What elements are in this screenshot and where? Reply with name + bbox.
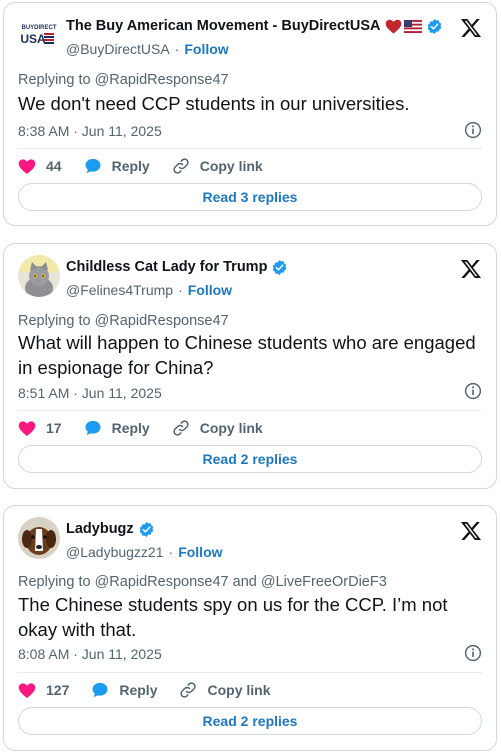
copy-link-label: Copy link (207, 682, 271, 698)
display-name-row: Childless Cat Lady for Trump (66, 257, 288, 277)
replying-to-line: Replying to @RapidResponse47 (18, 313, 229, 329)
copy-link-button[interactable]: Copy link (172, 157, 263, 175)
reply-button[interactable]: Reply (84, 157, 150, 175)
link-icon (173, 158, 189, 174)
us-flag-emoji (403, 19, 422, 33)
action-bar: 17 Reply Copy link (18, 416, 285, 440)
like-button[interactable]: 44 (18, 158, 62, 175)
handle-row: @BuyDirectUSA · Follow (66, 40, 229, 58)
red-heart-emoji (385, 19, 402, 34)
follow-button[interactable]: Follow (178, 544, 222, 560)
speech-bubble-icon (85, 158, 101, 174)
copy-link-button[interactable]: Copy link (172, 419, 263, 437)
verified-badge-icon (138, 521, 155, 538)
tweet-timestamp[interactable]: 8:38 AM · Jun 11, 2025 (18, 123, 162, 139)
copy-link-button[interactable]: Copy link (179, 681, 271, 699)
separator-dot: · (168, 544, 174, 560)
display-name-row: The Buy American Movement - BuyDirectUSA (66, 16, 443, 36)
verified-badge-icon (271, 259, 288, 276)
reply-button[interactable]: Reply (84, 419, 150, 437)
tweet-timestamp[interactable]: 8:08 AM · Jun 11, 2025 (18, 646, 162, 662)
like-count: 44 (46, 158, 62, 174)
action-bar: 44 Reply Copy link (18, 154, 285, 178)
mention-link[interactable]: @RapidResponse47 (95, 313, 229, 329)
avatar-brand-text: BUYDIRECT (21, 25, 56, 31)
heart-icon (18, 420, 36, 436)
info-icon[interactable] (464, 121, 482, 139)
x-logo-icon[interactable] (460, 520, 482, 542)
reply-label: Reply (119, 682, 158, 698)
verified-badge-icon (426, 18, 443, 35)
avatar-brand-text: USA (20, 32, 46, 46)
heart-icon (18, 158, 36, 174)
like-button[interactable]: 127 (18, 682, 69, 699)
tweet-card[interactable]: BUYDIRECT USA The Buy American Movement … (3, 2, 497, 226)
display-name[interactable]: Childless Cat Lady for Trump (66, 259, 267, 275)
copy-link-label: Copy link (199, 158, 263, 174)
avatar[interactable] (18, 517, 60, 559)
info-icon[interactable] (464, 382, 482, 400)
divider (18, 410, 482, 411)
reply-label: Reply (111, 420, 150, 436)
speech-bubble-icon (92, 682, 108, 698)
link-icon (180, 682, 197, 698)
like-button[interactable]: 17 (18, 420, 62, 437)
user-handle[interactable]: @Felines4Trump (66, 282, 173, 298)
replying-to-label: Replying to (18, 72, 95, 88)
tweet-timestamp[interactable]: 8:51 AM · Jun 11, 2025 (18, 385, 162, 401)
mention-link[interactable]: @RapidResponse47 (95, 574, 229, 590)
divider (18, 672, 482, 673)
replying-to-line: Replying to @RapidResponse47 (18, 72, 229, 88)
reply-button[interactable]: Reply (91, 681, 157, 699)
tweet-card[interactable]: Childless Cat Lady for Trump @Felines4Tr… (3, 243, 497, 489)
tweet-text: What will happen to Chinese students who… (18, 332, 476, 378)
tweet-text: We don't need CCP students in our univer… (18, 93, 410, 114)
avatar[interactable]: BUYDIRECT USA (18, 14, 60, 56)
mention-link[interactable]: @LiveFreeOrDieF3 (261, 574, 387, 590)
avatar[interactable] (18, 255, 60, 297)
mention-link[interactable]: @RapidResponse47 (95, 72, 229, 88)
tweet-card[interactable]: Ladybugz @Ladybugzz21 · Follow Replying … (3, 505, 497, 751)
display-name[interactable]: Ladybugz (66, 521, 134, 537)
info-icon[interactable] (464, 644, 482, 662)
replying-to-label: Replying to (18, 313, 95, 329)
display-name[interactable]: The Buy American Movement - BuyDirectUSA (66, 18, 381, 34)
divider (18, 148, 482, 149)
replying-to-line: Replying to @RapidResponse47 and @LiveFr… (18, 574, 387, 590)
reply-label: Reply (111, 158, 150, 174)
display-name-row: Ladybugz (66, 519, 155, 539)
follow-button[interactable]: Follow (188, 282, 232, 298)
link-icon (173, 420, 189, 436)
user-handle[interactable]: @Ladybugzz21 (66, 544, 164, 560)
follow-button[interactable]: Follow (184, 41, 228, 57)
separator-dot: · (178, 282, 183, 298)
tweet-text: The Chinese students spy on us for the C… (18, 594, 448, 640)
separator-dot: · (174, 41, 180, 57)
copy-link-label: Copy link (199, 420, 263, 436)
x-logo-icon[interactable] (460, 258, 482, 280)
user-handle[interactable]: @BuyDirectUSA (66, 41, 170, 57)
like-count: 127 (46, 682, 70, 698)
action-bar: 127 Reply Copy link (18, 678, 293, 702)
speech-bubble-icon (85, 420, 101, 436)
read-replies-button[interactable]: Read 2 replies (18, 707, 482, 735)
like-count: 17 (46, 420, 62, 436)
handle-row: @Ladybugzz21 · Follow (66, 543, 223, 561)
read-replies-button[interactable]: Read 2 replies (18, 445, 482, 473)
replying-to-label: Replying to (18, 574, 95, 590)
replying-joiner: and (228, 574, 261, 590)
read-replies-button[interactable]: Read 3 replies (18, 183, 482, 211)
x-logo-icon[interactable] (460, 17, 482, 39)
heart-icon (18, 682, 36, 698)
handle-row: @Felines4Trump · Follow (66, 281, 232, 299)
